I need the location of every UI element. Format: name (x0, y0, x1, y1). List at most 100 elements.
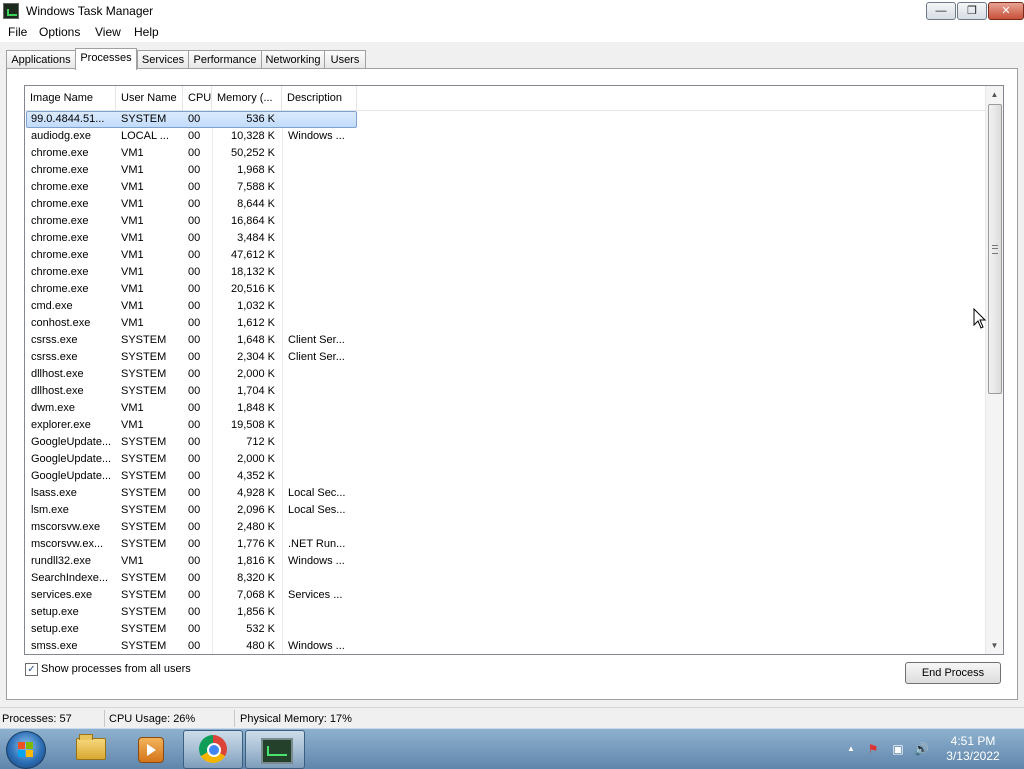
table-row[interactable]: chrome.exe VM1 00 16,864 K (25, 213, 985, 230)
cell-description: Windows ... (288, 130, 345, 142)
cell-cpu: 00 (188, 521, 201, 533)
tab-users[interactable]: Users (324, 50, 366, 69)
cell-memory: 1,704 K (237, 385, 275, 397)
table-row[interactable]: chrome.exe VM1 00 1,968 K (25, 162, 985, 179)
cell-cpu: 00 (188, 640, 201, 652)
cell-memory: 50,252 K (230, 147, 275, 159)
table-row[interactable]: cmd.exe VM1 00 1,032 K (25, 298, 985, 315)
table-row[interactable]: chrome.exe VM1 00 50,252 K (25, 145, 985, 162)
cell-image-name: GoogleUpdate... (31, 470, 112, 482)
table-row[interactable]: services.exe SYSTEM 00 7,068 K Services ... (25, 587, 985, 604)
cell-cpu: 00 (188, 232, 201, 244)
cell-user-name: VM1 (121, 215, 144, 227)
process-rows: 99.0.4844.51... SYSTEM 00 536 K audiodg.exe L… (25, 111, 985, 654)
menu-file[interactable]: File (8, 25, 27, 39)
tab-services[interactable]: Services (137, 50, 189, 69)
table-row[interactable]: smss.exe SYSTEM 00 480 K Windows ... (25, 638, 985, 654)
cell-description (288, 247, 354, 264)
end-process-button[interactable]: End Process (905, 662, 1001, 684)
title-bar[interactable]: Windows Task Manager — ❐ ✕ (0, 0, 1024, 22)
table-row[interactable]: dllhost.exe SYSTEM 00 2,000 K (25, 366, 985, 383)
cell-cpu: 00 (188, 487, 201, 499)
table-row[interactable]: lsass.exe SYSTEM 00 4,928 K Local Sec... (25, 485, 985, 502)
show-all-users-checkbox[interactable]: ✓ (25, 663, 38, 676)
cell-description (288, 383, 354, 400)
column-cpu[interactable]: CPU (183, 86, 212, 110)
scroll-up-icon[interactable]: ▲ (986, 86, 1003, 103)
cell-memory: 18,132 K (230, 266, 275, 278)
tab-strip: Applications Processes Services Performa… (6, 48, 1016, 70)
table-row[interactable]: rundll32.exe VM1 00 1,816 K Windows ... (25, 553, 985, 570)
taskbar-chrome[interactable] (183, 730, 243, 769)
scroll-down-icon[interactable]: ▼ (986, 637, 1003, 654)
cell-cpu: 00 (188, 215, 201, 227)
table-row[interactable]: GoogleUpdate... SYSTEM 00 712 K (25, 434, 985, 451)
column-user-name[interactable]: User Name (116, 86, 183, 110)
table-row[interactable]: conhost.exe VM1 00 1,612 K (25, 315, 985, 332)
start-button[interactable] (6, 731, 46, 769)
network-icon[interactable]: ▣ (891, 742, 905, 756)
cell-image-name: csrss.exe (31, 351, 78, 363)
table-row[interactable]: mscorsvw.exe SYSTEM 00 2,480 K (25, 519, 985, 536)
menu-help[interactable]: Help (134, 25, 159, 39)
tab-performance[interactable]: Performance (188, 50, 262, 69)
tab-networking[interactable]: Networking (261, 50, 325, 69)
table-row[interactable]: GoogleUpdate... SYSTEM 00 4,352 K (25, 468, 985, 485)
table-row[interactable]: SearchIndexe... SYSTEM 00 8,320 K (25, 570, 985, 587)
menu-view[interactable]: View (95, 25, 121, 39)
table-row[interactable]: csrss.exe SYSTEM 00 1,648 K Client Ser... (25, 332, 985, 349)
cell-memory: 1,612 K (237, 317, 275, 329)
minimize-button[interactable]: — (926, 2, 956, 20)
cell-cpu: 00 (188, 538, 201, 550)
table-row[interactable]: setup.exe SYSTEM 00 1,856 K (25, 604, 985, 621)
close-button[interactable]: ✕ (988, 2, 1024, 20)
table-row[interactable]: lsm.exe SYSTEM 00 2,096 K Local Ses... (25, 502, 985, 519)
taskbar-task-manager[interactable] (245, 730, 305, 769)
table-row[interactable]: setup.exe SYSTEM 00 532 K (25, 621, 985, 638)
cell-cpu: 00 (188, 470, 201, 482)
windows-logo-icon (18, 742, 34, 758)
tab-applications[interactable]: Applications (6, 50, 76, 69)
cell-cpu: 00 (188, 385, 201, 397)
volume-icon[interactable]: 🔊 (914, 742, 929, 756)
cell-memory: 19,508 K (230, 419, 275, 431)
column-image-name[interactable]: ▲ Image Name (25, 86, 116, 110)
table-row[interactable]: csrss.exe SYSTEM 00 2,304 K Client Ser... (25, 349, 985, 366)
cell-image-name: mscorsvw.exe (31, 521, 101, 533)
cell-cpu: 00 (188, 589, 201, 601)
vertical-scrollbar[interactable]: ▲ ▼ (985, 86, 1003, 654)
table-row[interactable]: dwm.exe VM1 00 1,848 K (25, 400, 985, 417)
table-row[interactable]: explorer.exe VM1 00 19,508 K (25, 417, 985, 434)
table-row[interactable]: audiodg.exe LOCAL ... 00 10,328 K Windows ..… (25, 128, 985, 145)
tab-processes[interactable]: Processes (75, 48, 137, 70)
process-list[interactable]: ▲ Image Name User Name CPU Memory (... D… (24, 85, 1004, 655)
maximize-button[interactable]: ❐ (957, 2, 987, 20)
table-row[interactable]: chrome.exe VM1 00 7,588 K (25, 179, 985, 196)
show-hidden-icons-icon[interactable]: ▲ (844, 742, 858, 756)
table-row[interactable]: mscorsvw.ex... SYSTEM 00 1,776 K .NET Run... (25, 536, 985, 553)
menu-bar: File Options View Help (0, 22, 1024, 42)
clock[interactable]: 4:51 PM 3/13/2022 (936, 734, 1010, 764)
column-description[interactable]: Description (282, 86, 357, 110)
cell-description: Client Ser... (288, 334, 345, 346)
cell-image-name: rundll32.exe (31, 555, 91, 567)
table-row[interactable]: 99.0.4844.51... SYSTEM 00 536 K (25, 111, 985, 128)
table-row[interactable]: chrome.exe VM1 00 18,132 K (25, 264, 985, 281)
scrollbar-thumb[interactable] (988, 104, 1002, 394)
table-row[interactable]: chrome.exe VM1 00 20,516 K (25, 281, 985, 298)
cell-image-name: setup.exe (31, 606, 79, 618)
cell-image-name: GoogleUpdate... (31, 453, 112, 465)
sort-ascending-icon: ▲ (67, 95, 73, 101)
taskbar-explorer[interactable] (60, 730, 118, 767)
table-row[interactable]: chrome.exe VM1 00 3,484 K (25, 230, 985, 247)
action-center-icon[interactable]: ⚑ (866, 742, 880, 756)
table-row[interactable]: chrome.exe VM1 00 47,612 K (25, 247, 985, 264)
table-row[interactable]: chrome.exe VM1 00 8,644 K (25, 196, 985, 213)
cell-memory: 2,304 K (237, 351, 275, 363)
column-memory[interactable]: Memory (... (212, 86, 282, 110)
menu-options[interactable]: Options (39, 25, 80, 39)
table-row[interactable]: dllhost.exe SYSTEM 00 1,704 K (25, 383, 985, 400)
taskbar-media-player[interactable] (121, 730, 179, 767)
table-row[interactable]: GoogleUpdate... SYSTEM 00 2,000 K (25, 451, 985, 468)
cell-image-name: 99.0.4844.51... (31, 113, 105, 125)
